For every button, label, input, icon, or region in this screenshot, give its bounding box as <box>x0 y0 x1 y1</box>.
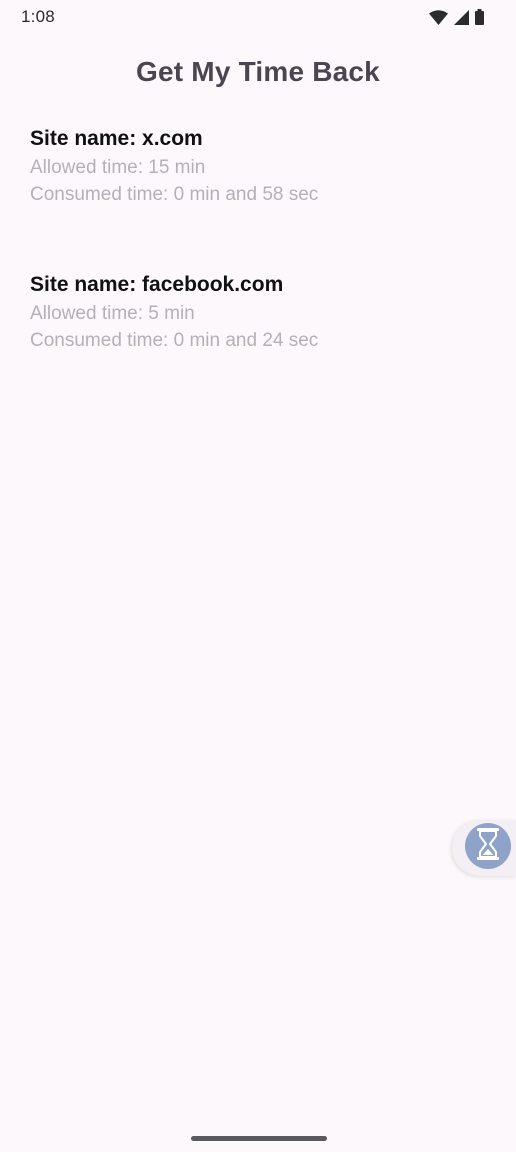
floating-timer-button[interactable] <box>465 823 511 869</box>
consumed-time: Consumed time: 0 min and 24 sec <box>30 330 319 351</box>
site-list: Site name: x.com Allowed time: 15 min Co… <box>30 124 490 416</box>
allowed-time: Allowed time: 5 min <box>30 303 195 324</box>
cell-signal-icon <box>454 9 469 25</box>
site-name: Site name: x.com <box>30 127 203 150</box>
wifi-icon <box>429 9 448 25</box>
battery-icon <box>475 9 484 25</box>
status-bar: 1:08 <box>0 0 516 34</box>
status-icons <box>429 9 484 25</box>
hourglass-icon <box>475 827 501 866</box>
consumed-time: Consumed time: 0 min and 58 sec <box>30 184 319 205</box>
navigation-handle[interactable] <box>191 1136 327 1141</box>
allowed-time: Allowed time: 15 min <box>30 157 206 178</box>
list-item[interactable]: Site name: x.com Allowed time: 15 min Co… <box>30 124 490 270</box>
site-name: Site name: facebook.com <box>30 273 284 296</box>
page-title: Get My Time Back <box>136 56 380 87</box>
status-time: 1:08 <box>21 7 55 26</box>
list-item[interactable]: Site name: facebook.com Allowed time: 5 … <box>30 270 490 416</box>
